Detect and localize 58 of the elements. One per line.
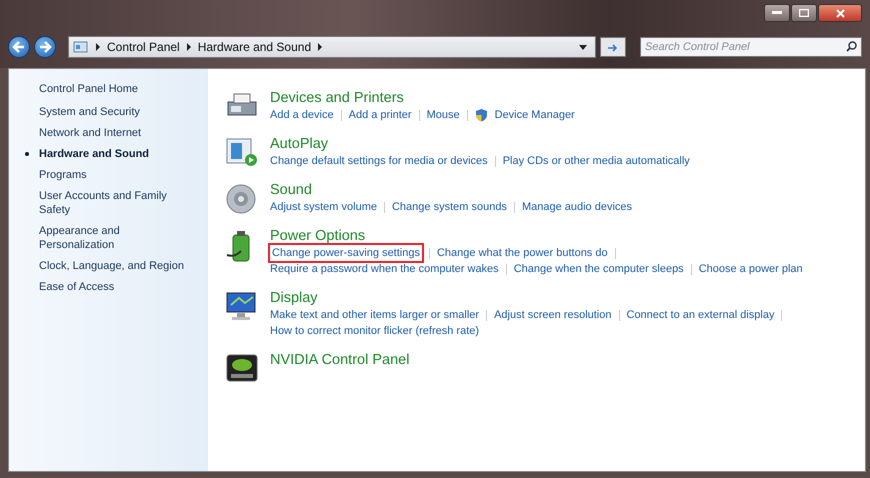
task-link[interactable]: Change when the computer sleeps xyxy=(514,261,684,277)
task-link[interactable]: Choose a power plan xyxy=(698,261,803,277)
dropdown-icon[interactable] xyxy=(579,44,587,50)
maximize-icon xyxy=(799,9,809,17)
minimize-icon xyxy=(772,11,782,15)
media-icon xyxy=(225,137,259,167)
forward-arrow-icon xyxy=(38,40,52,54)
search-icon xyxy=(846,41,857,52)
breadcrumb[interactable]: Hardware and Sound xyxy=(198,40,312,54)
task-link[interactable]: How to correct monitor flicker (refresh rate) xyxy=(270,323,480,339)
chevron-icon xyxy=(186,43,192,51)
category-title[interactable]: Devices and Printers xyxy=(270,89,575,107)
task-link[interactable]: Change default settings for media or devices xyxy=(270,153,488,169)
close-button[interactable] xyxy=(818,4,862,22)
maximize-button[interactable] xyxy=(791,4,817,22)
refresh-button[interactable] xyxy=(600,37,626,57)
task-link[interactable]: Make text and other items larger or smaller xyxy=(270,307,480,323)
breadcrumb[interactable]: Control Panel xyxy=(107,40,180,54)
graphics-card-icon xyxy=(225,353,259,383)
category-title[interactable]: Sound xyxy=(270,181,632,199)
task-link[interactable]: Change what the power buttons do xyxy=(436,245,608,261)
category-title[interactable]: Power Options xyxy=(270,227,803,245)
sidebar-item[interactable]: Network and Internet xyxy=(25,126,188,140)
chevron-icon xyxy=(95,43,101,51)
task-link[interactable]: Connect to an external display xyxy=(626,307,774,323)
task-link[interactable]: Change power-saving settings xyxy=(270,245,422,261)
forward-button[interactable] xyxy=(34,36,56,58)
back-button[interactable] xyxy=(8,36,30,58)
category-title[interactable]: AutoPlay xyxy=(270,135,690,153)
refresh-icon xyxy=(607,42,619,52)
sidebar-item[interactable]: Hardware and Sound xyxy=(25,147,188,161)
task-link[interactable]: Add a device xyxy=(270,107,334,123)
sidebar-item[interactable]: Appearance and Personalization xyxy=(25,224,188,252)
search-field[interactable]: Search Control Panel xyxy=(640,37,862,57)
chevron-icon xyxy=(317,43,324,51)
sidebar-item[interactable]: Ease of Access xyxy=(25,280,188,294)
task-link[interactable]: Device Manager xyxy=(494,107,575,123)
control-panel-icon xyxy=(73,40,89,54)
minimize-button[interactable] xyxy=(764,4,790,22)
task-link[interactable]: Mouse xyxy=(426,107,460,123)
bullet-icon xyxy=(25,152,29,156)
back-arrow-icon xyxy=(12,40,26,54)
task-link[interactable]: Change system sounds xyxy=(392,199,507,215)
sidebar-item[interactable]: User Accounts and Family Safety xyxy=(25,189,188,217)
sidebar-item[interactable]: Clock, Language, and Region xyxy=(25,259,188,273)
close-icon xyxy=(836,8,844,18)
task-link[interactable]: Adjust system volume xyxy=(270,199,377,215)
sidebar-item[interactable]: System and Security xyxy=(25,105,188,119)
category-title[interactable]: Display xyxy=(270,289,782,307)
task-link[interactable]: Adjust screen resolution xyxy=(494,307,612,323)
sidebar-link[interactable]: Control Panel Home xyxy=(39,83,188,95)
address-bar[interactable]: Control Panel Hardware and Sound xyxy=(68,36,596,58)
sidebar-item[interactable]: Programs xyxy=(25,168,188,182)
category-title[interactable]: NVIDIA Control Panel xyxy=(270,351,410,369)
task-link[interactable]: Manage audio devices xyxy=(522,199,632,215)
task-link[interactable]: Add a printer xyxy=(348,107,412,123)
task-link[interactable]: Play CDs or other media automatically xyxy=(502,153,690,169)
task-link[interactable]: Require a password when the computer wakes xyxy=(270,261,499,277)
